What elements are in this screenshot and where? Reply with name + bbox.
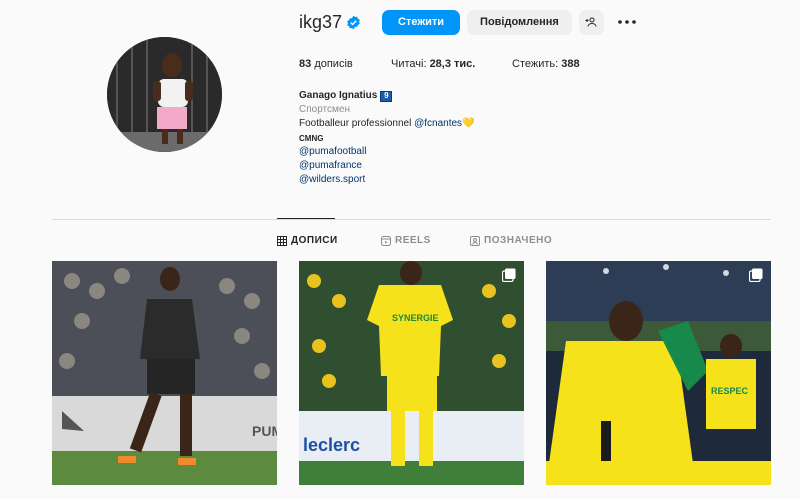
mention-pumafrance[interactable]: @pumafrance: [299, 159, 599, 173]
profile-header: ikg37 Стежити Повідомлення: [299, 9, 638, 35]
message-button[interactable]: Повідомлення: [467, 9, 572, 35]
puma-sign: PUMA: [252, 423, 277, 439]
profile-bio: Ganago Ignatius 9 Спортсмен Footballeur …: [299, 89, 599, 187]
tab-posts[interactable]: ДОПИСИ: [277, 235, 338, 246]
tagged-icon: [470, 235, 480, 246]
bio-category: Спортсмен: [299, 104, 350, 115]
bio-line-1: Footballeur professionnel @fcnantes💛: [299, 117, 599, 131]
more-options-button[interactable]: [616, 10, 638, 35]
followers-stat[interactable]: Читачі: 28,3 тис.: [391, 58, 475, 70]
add-user-button[interactable]: [578, 9, 604, 35]
post-image-1: PUMA: [52, 261, 277, 485]
grid-icon: [277, 235, 287, 246]
followers-label: Читачі:: [391, 58, 427, 70]
tab-tagged-label: ПОЗНАЧЕНО: [484, 235, 553, 246]
profile-avatar[interactable]: [107, 37, 222, 152]
yellow-heart-icon: 💛: [462, 118, 475, 129]
number-badge: 9: [380, 90, 393, 102]
avatar-image: [107, 37, 222, 152]
more-options-icon: [618, 20, 636, 24]
post-tile-3[interactable]: RESPEC: [546, 261, 771, 485]
tab-reels[interactable]: REELS: [381, 235, 431, 246]
mention-fcnantes[interactable]: @fcnantes: [414, 118, 462, 129]
followers-count: 28,3 тис.: [429, 58, 476, 70]
following-stat[interactable]: Стежить: 388: [512, 58, 580, 70]
mention-wilders-sport[interactable]: @wilders.sport: [299, 173, 599, 187]
following-count: 388: [561, 58, 580, 70]
tab-reels-label: REELS: [395, 235, 431, 246]
post-image-3: RESPEC: [546, 261, 771, 485]
bio-text: Footballeur professionnel: [299, 118, 415, 129]
tab-posts-label: ДОПИСИ: [291, 235, 338, 246]
posts-stat: 83 дописів: [299, 58, 353, 70]
carousel-icon: [502, 268, 516, 282]
posts-label: дописів: [314, 58, 353, 70]
following-label: Стежить:: [512, 58, 559, 70]
profile-divider: [52, 219, 771, 220]
bio-name-row: Ganago Ignatius 9: [299, 89, 599, 103]
respec-jersey-text: RESPEC: [711, 386, 749, 396]
mention-pumafootball[interactable]: @pumafootball: [299, 145, 599, 159]
reels-icon: [381, 235, 391, 246]
jersey-sponsor: SYNERGIE: [392, 313, 439, 323]
leclerc-sign: leclerc: [303, 435, 360, 455]
full-name: Ganago Ignatius: [299, 90, 378, 101]
bio-line-2: CMNG: [299, 134, 324, 143]
carousel-icon: [749, 268, 763, 282]
post-tile-1[interactable]: PUMA: [52, 261, 277, 485]
follow-button[interactable]: Стежити: [382, 9, 461, 35]
posts-count: 83: [299, 58, 312, 70]
add-user-icon: [585, 17, 597, 27]
verified-badge-icon: [346, 15, 361, 30]
active-tab-indicator: [277, 218, 335, 219]
profile-tabs: ДОПИСИ REELS ПОЗНАЧЕНО: [0, 235, 800, 249]
post-tile-2[interactable]: leclerc SYNERGIE: [299, 261, 524, 485]
post-image-2: leclerc SYNERGIE: [299, 261, 524, 485]
tab-tagged[interactable]: ПОЗНАЧЕНО: [470, 235, 552, 246]
username: ikg37: [299, 11, 343, 32]
